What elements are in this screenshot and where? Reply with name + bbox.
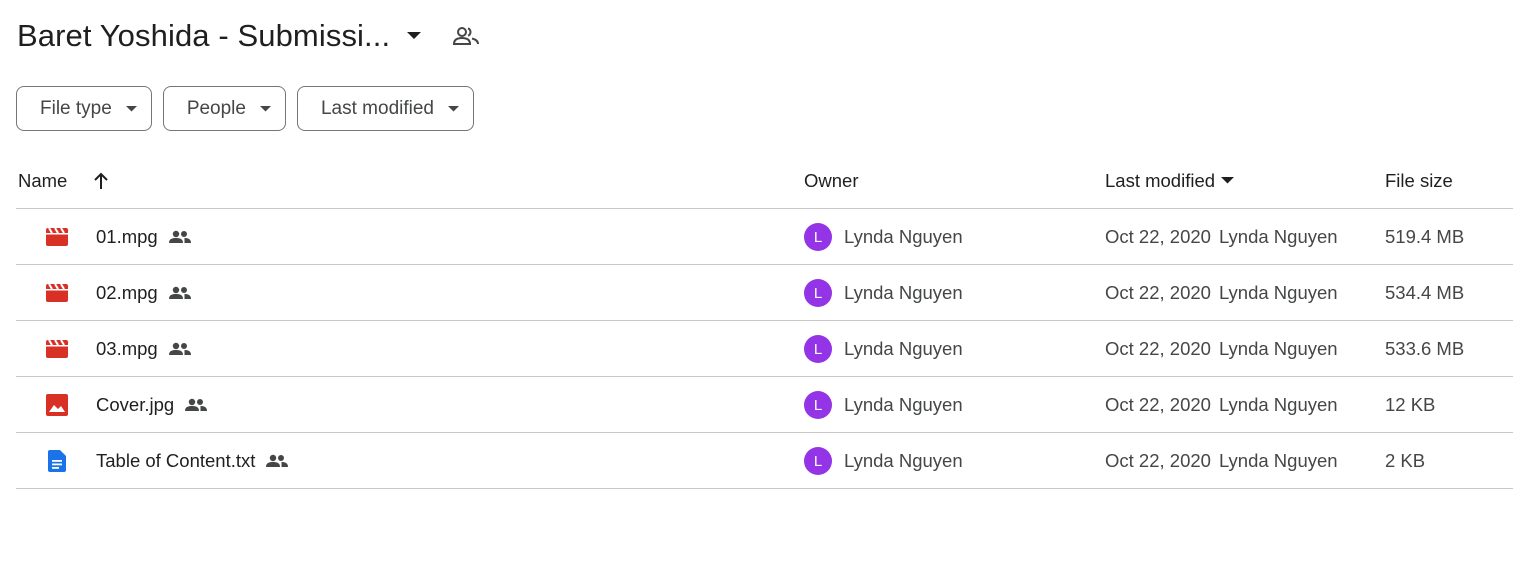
shared-icon <box>265 454 289 468</box>
file-size-cell: 534.4 MB <box>1385 282 1465 303</box>
modified-by: Lynda Nguyen <box>1218 226 1338 247</box>
arrow-drop-down-icon <box>1221 177 1235 184</box>
file-size-column-header: File size <box>1385 152 1453 209</box>
file-type-filter-label: File type <box>40 97 112 119</box>
name-column-label: Name <box>18 169 68 191</box>
modified-date: Oct 22, 2020 <box>1105 282 1211 303</box>
shared-icon <box>168 286 192 300</box>
modified-date: Oct 22, 2020 <box>1105 226 1211 247</box>
modified-by: Lynda Nguyen <box>1218 394 1338 415</box>
modified-date: Oct 22, 2020 <box>1105 338 1211 359</box>
owner-name: Lynda Nguyen <box>844 394 963 415</box>
table-row[interactable]: 01.mpg L Lynda Nguyen Oct 22, 2020 Lynda… <box>16 209 1513 265</box>
last-modified-filter-label: Last modified <box>320 97 434 119</box>
owner-cell: L Lynda Nguyen <box>804 321 963 377</box>
modified-by: Lynda Nguyen <box>1218 450 1338 471</box>
owner-cell: L Lynda Nguyen <box>804 209 963 265</box>
video-file-icon <box>44 209 70 265</box>
owner-column-label: Owner <box>804 169 859 191</box>
last-modified-cell: Oct 22, 2020 Lynda Nguyen <box>1105 433 1338 489</box>
table-row[interactable]: 03.mpg L Lynda Nguyen Oct 22, 2020 Lynda… <box>16 321 1513 377</box>
avatar: L <box>804 335 832 363</box>
people-filter[interactable]: People <box>162 86 286 131</box>
owner-name: Lynda Nguyen <box>844 450 963 471</box>
file-size-cell: 519.4 MB <box>1385 226 1465 247</box>
arrow-drop-down-icon <box>448 105 459 112</box>
arrow-drop-down-icon <box>125 105 137 112</box>
image-file-icon <box>44 377 70 433</box>
doc-file-icon <box>44 433 70 489</box>
file-name[interactable]: 03.mpg <box>96 321 192 377</box>
file-name-text: 01.mpg <box>96 226 158 247</box>
avatar: L <box>804 391 832 419</box>
file-name[interactable]: Table of Content.txt <box>96 433 289 489</box>
modified-by: Lynda Nguyen <box>1218 338 1338 359</box>
last-modified-filter[interactable]: Last modified <box>296 86 474 131</box>
arrow-upward-icon[interactable] <box>93 172 109 190</box>
last-modified-cell: Oct 22, 2020 Lynda Nguyen <box>1105 265 1338 321</box>
shared-icon <box>168 230 192 244</box>
file-type-filter[interactable]: File type <box>16 86 152 131</box>
avatar: L <box>804 279 832 307</box>
name-column-header[interactable]: Name <box>18 152 109 209</box>
video-file-icon <box>44 265 70 321</box>
file-name[interactable]: 01.mpg <box>96 209 192 265</box>
file-name-text: Table of Content.txt <box>96 450 256 471</box>
modified-by: Lynda Nguyen <box>1218 282 1338 303</box>
file-name-text: 02.mpg <box>96 282 158 303</box>
shared-people-icon[interactable] <box>446 16 486 56</box>
avatar: L <box>804 447 832 475</box>
owner-column-header: Owner <box>804 152 859 209</box>
last-modified-cell: Oct 22, 2020 Lynda Nguyen <box>1105 321 1338 377</box>
folder-header: Baret Yoshida - Submissi... <box>17 14 486 58</box>
avatar: L <box>804 223 832 251</box>
file-name[interactable]: 02.mpg <box>96 265 192 321</box>
table-row[interactable]: Table of Content.txt L Lynda Nguyen Oct … <box>16 433 1513 489</box>
file-size-cell: 2 KB <box>1385 450 1426 471</box>
video-file-icon <box>44 321 70 377</box>
table-header: Name Owner Last modified File size <box>16 152 1513 209</box>
file-list: Name Owner Last modified File size 01.mp… <box>16 152 1513 489</box>
file-name-text: Cover.jpg <box>96 394 175 415</box>
modified-date: Oct 22, 2020 <box>1105 450 1211 471</box>
last-modified-column-header[interactable]: Last modified <box>1105 152 1235 209</box>
last-modified-cell: Oct 22, 2020 Lynda Nguyen <box>1105 377 1338 433</box>
file-size-cell: 12 KB <box>1385 394 1436 415</box>
owner-name: Lynda Nguyen <box>844 282 963 303</box>
people-filter-label: People <box>186 97 246 119</box>
owner-name: Lynda Nguyen <box>844 338 963 359</box>
last-modified-cell: Oct 22, 2020 Lynda Nguyen <box>1105 209 1338 265</box>
filter-bar: File type People Last modified <box>16 86 474 131</box>
table-row[interactable]: 02.mpg L Lynda Nguyen Oct 22, 2020 Lynda… <box>16 265 1513 321</box>
owner-name: Lynda Nguyen <box>844 226 963 247</box>
file-name[interactable]: Cover.jpg <box>96 377 208 433</box>
file-size-cell: 533.6 MB <box>1385 338 1465 359</box>
arrow-drop-down-icon[interactable] <box>394 16 434 56</box>
arrow-drop-down-icon <box>259 105 271 112</box>
shared-icon <box>168 342 192 356</box>
folder-title[interactable]: Baret Yoshida - Submissi... <box>17 18 390 54</box>
last-modified-column-label: Last modified <box>1105 169 1216 191</box>
table-row[interactable]: Cover.jpg L Lynda Nguyen Oct 22, 2020 Ly… <box>16 377 1513 433</box>
shared-icon <box>184 398 208 412</box>
file-size-column-label: File size <box>1385 169 1453 191</box>
modified-date: Oct 22, 2020 <box>1105 394 1211 415</box>
owner-cell: L Lynda Nguyen <box>804 433 963 489</box>
owner-cell: L Lynda Nguyen <box>804 377 963 433</box>
file-name-text: 03.mpg <box>96 338 158 359</box>
owner-cell: L Lynda Nguyen <box>804 265 963 321</box>
